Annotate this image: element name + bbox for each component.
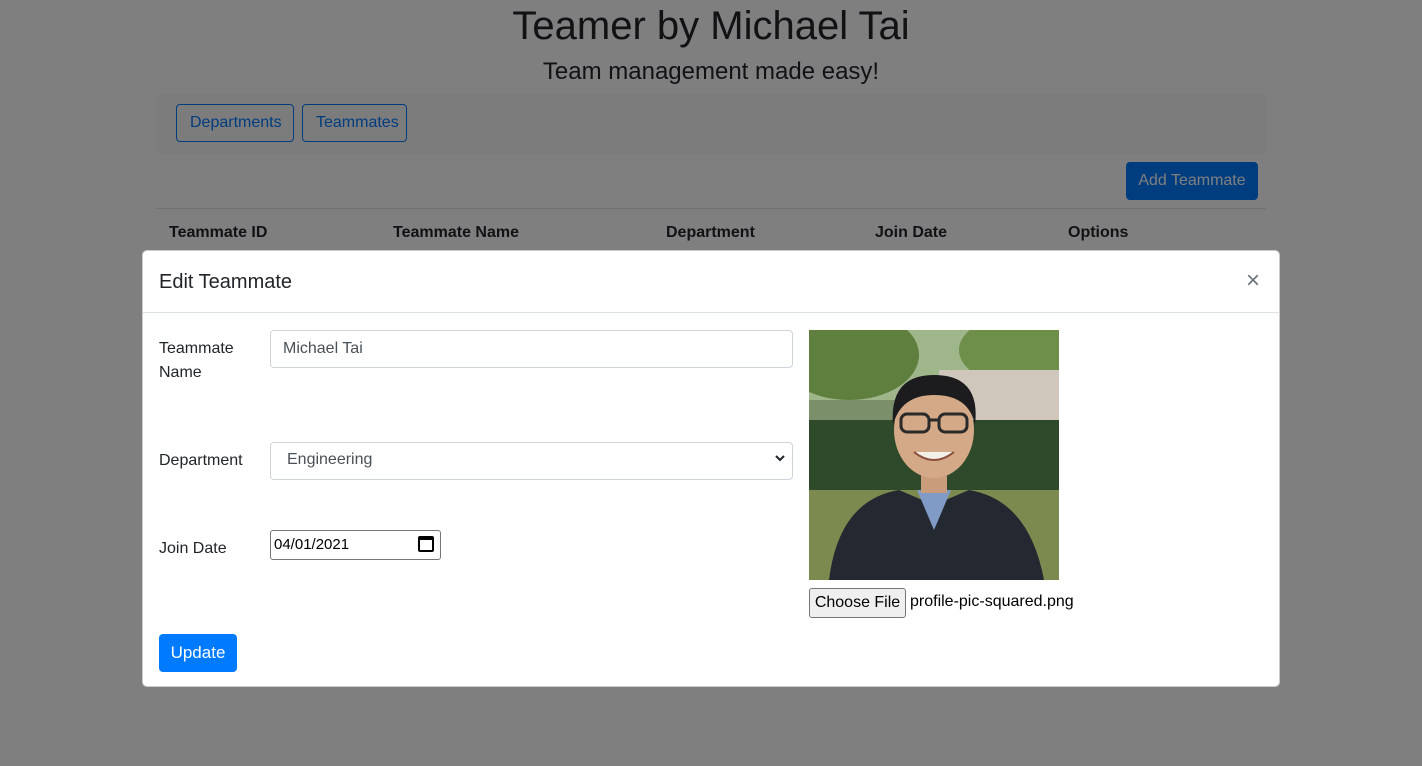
update-button[interactable]: Update [159, 634, 237, 672]
calendar-icon[interactable] [418, 536, 434, 552]
modal-header: Edit Teammate × [143, 251, 1279, 313]
choose-file-button[interactable]: Choose File [809, 588, 906, 618]
edit-teammate-modal: Edit Teammate × Teammate Name Department… [142, 250, 1280, 687]
department-selected-value: Engineering [287, 451, 373, 468]
join-date-input[interactable]: 04/01/2021 [270, 530, 441, 560]
teammate-name-input[interactable] [270, 330, 793, 368]
modal-title: Edit Teammate [159, 271, 293, 293]
department-select[interactable]: Engineering [270, 442, 793, 480]
chevron-down-icon [774, 451, 786, 467]
file-upload: Choose File profile-pic-squared.png [809, 588, 1109, 618]
profile-photo [809, 330, 1059, 580]
teammate-name-label: Teammate Name [159, 340, 234, 381]
join-date-value: 04/01/2021 [274, 536, 350, 553]
selected-file-name: profile-pic-squared.png [910, 593, 1074, 610]
join-date-label: Join Date [159, 540, 227, 557]
close-icon[interactable]: × [1243, 269, 1263, 293]
department-label: Department [159, 452, 243, 469]
